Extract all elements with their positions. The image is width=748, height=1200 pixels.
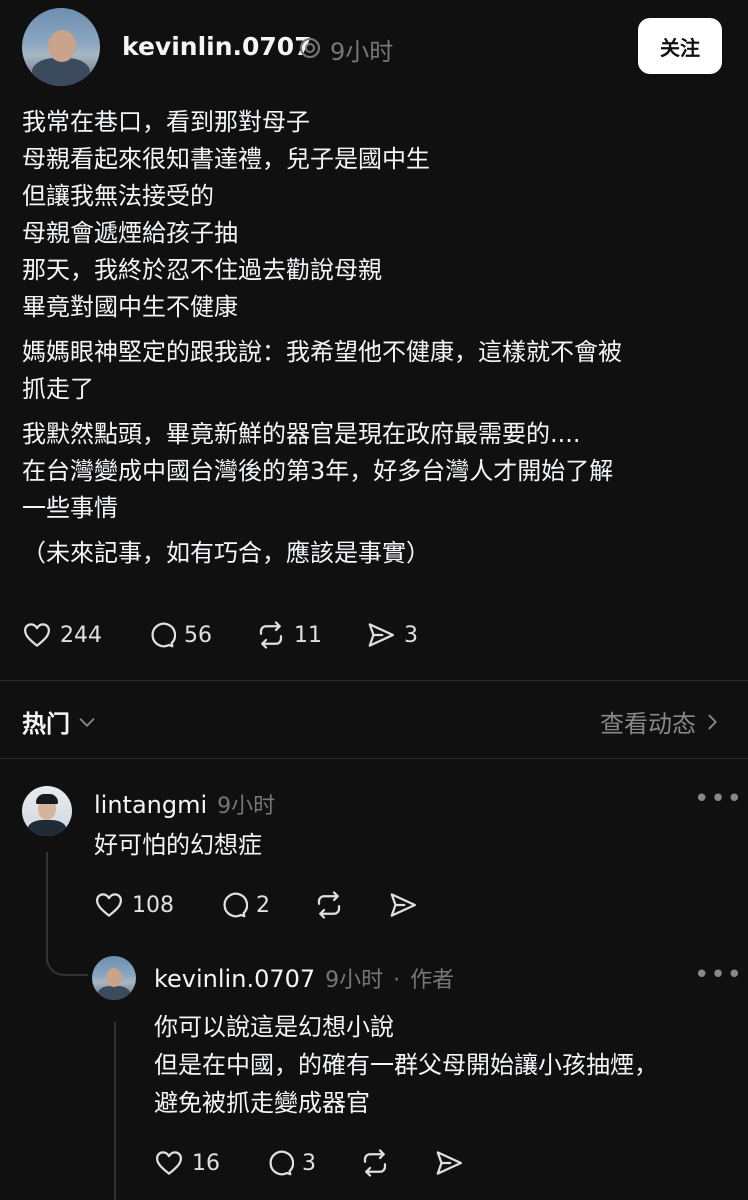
divider bbox=[0, 680, 748, 681]
like-count: 244 bbox=[60, 622, 102, 648]
repost-button[interactable] bbox=[314, 890, 344, 920]
comment-icon bbox=[223, 892, 248, 918]
heart-icon bbox=[156, 1151, 182, 1175]
share-button[interactable] bbox=[434, 1148, 464, 1178]
more-icon[interactable]: ••• bbox=[694, 960, 743, 990]
post-actions: 244 56 11 3 bbox=[22, 620, 418, 650]
repost-count: 11 bbox=[294, 622, 322, 648]
post-line: 母親會遞煙給孩子抽 bbox=[22, 219, 238, 247]
reply-header: lintangmi 9小时 bbox=[94, 788, 275, 820]
comment-button[interactable]: 2 bbox=[218, 890, 270, 920]
heart-icon bbox=[96, 893, 122, 917]
share-icon bbox=[436, 1151, 462, 1175]
reply-text: 好可怕的幻想症 bbox=[94, 831, 262, 859]
post-body: 我常在巷口，看到那對母子 母親看起來很知書達禮，兒子是國中生 但讓我無法接受的 … bbox=[22, 104, 722, 572]
post-line: 媽媽眼神堅定的跟我說：我希望他不健康，這樣就不會被 bbox=[22, 338, 622, 366]
reply-actions: 16 3 bbox=[154, 1148, 464, 1178]
post-paragraph: 媽媽眼神堅定的跟我說：我希望他不健康，這樣就不會被 抓走了 bbox=[22, 334, 722, 408]
like-button[interactable]: 244 bbox=[22, 620, 102, 650]
sort-dropdown[interactable]: 热门 bbox=[22, 704, 98, 739]
more-icon[interactable]: ••• bbox=[694, 784, 743, 814]
comment-button[interactable]: 3 bbox=[264, 1148, 316, 1178]
repost-button[interactable]: 11 bbox=[256, 620, 322, 650]
divider bbox=[0, 758, 748, 759]
sort-label: 热门 bbox=[22, 710, 70, 738]
comment-count: 2 bbox=[256, 892, 270, 918]
post-line: 那天，我終於忍不住過去勸說母親 bbox=[22, 256, 382, 284]
post-line: 一些事情 bbox=[22, 494, 118, 522]
post-time: 9小时 bbox=[330, 38, 394, 66]
post-line: 我默然點頭，畢竟新鮮的器官是現在政府最需要的.... bbox=[22, 420, 581, 448]
chevron-right-icon bbox=[708, 714, 717, 729]
reply-avatar[interactable] bbox=[22, 786, 72, 836]
post-line: 但讓我無法接受的 bbox=[22, 182, 214, 210]
author-avatar[interactable] bbox=[22, 8, 100, 86]
share-button[interactable]: 3 bbox=[366, 620, 418, 650]
view-activity-link[interactable]: 查看动态 bbox=[600, 704, 722, 739]
reply-author[interactable]: kevinlin.0707 bbox=[154, 965, 315, 993]
share-count: 3 bbox=[404, 622, 418, 648]
reply-line: 你可以說這是幻想小說 bbox=[154, 1013, 394, 1041]
repost-button[interactable] bbox=[360, 1148, 390, 1178]
comment-button[interactable]: 56 bbox=[146, 620, 212, 650]
repost-icon bbox=[317, 891, 341, 919]
repost-icon bbox=[259, 621, 283, 649]
thread-connector bbox=[46, 940, 88, 976]
share-button[interactable] bbox=[388, 890, 418, 920]
chevron-down-icon bbox=[79, 717, 95, 727]
reply-line: 但是在中國，的確有一群父母開始讓小孩抽煙， bbox=[154, 1051, 658, 1079]
author-name[interactable]: kevinlin.0707 bbox=[122, 32, 312, 61]
comment-count: 3 bbox=[302, 1150, 316, 1176]
post-line: 抓走了 bbox=[22, 375, 94, 403]
post-paragraph: 我常在巷口，看到那對母子 母親看起來很知書達禮，兒子是國中生 但讓我無法接受的 … bbox=[22, 104, 722, 326]
like-count: 108 bbox=[132, 892, 174, 918]
like-count: 16 bbox=[192, 1150, 220, 1176]
verified-icon bbox=[300, 38, 320, 58]
share-icon bbox=[368, 623, 394, 647]
post-line: 母親看起來很知書達禮，兒子是國中生 bbox=[22, 145, 430, 173]
thread-line bbox=[114, 1022, 116, 1200]
comment-count: 56 bbox=[184, 622, 212, 648]
follow-button[interactable]: 关注 bbox=[638, 18, 722, 74]
share-icon bbox=[390, 893, 416, 917]
reply-time: 9小时 bbox=[217, 794, 276, 819]
comment-icon bbox=[151, 622, 176, 648]
post-line: 畢竟對國中生不健康 bbox=[22, 293, 238, 321]
post-line: 在台灣變成中國台灣後的第3年，好多台灣人才開始了解 bbox=[22, 457, 614, 485]
reply-avatar[interactable] bbox=[92, 956, 136, 1000]
reply-line: 避免被抓走變成器官 bbox=[154, 1089, 370, 1117]
reply-author[interactable]: lintangmi bbox=[94, 791, 207, 819]
post-paragraph: （未來記事，如有巧合，應該是事實） bbox=[22, 535, 722, 572]
post-line: （未來記事，如有巧合，應該是事實） bbox=[22, 539, 430, 567]
view-activity-label: 查看动态 bbox=[600, 710, 696, 738]
like-button[interactable]: 16 bbox=[154, 1148, 220, 1178]
repost-icon bbox=[363, 1149, 387, 1177]
dot-separator: · bbox=[393, 968, 401, 993]
reply-body: 你可以說這是幻想小說 但是在中國，的確有一群父母開始讓小孩抽煙， 避免被抓走變成… bbox=[154, 1008, 714, 1122]
post-line: 我常在巷口，看到那對母子 bbox=[22, 108, 310, 136]
heart-icon bbox=[24, 623, 50, 647]
reply-header: kevinlin.0707 9小时 · 作者 bbox=[154, 962, 454, 994]
comment-icon bbox=[269, 1150, 294, 1176]
reply-time: 9小时 bbox=[325, 968, 384, 993]
author-tag: 作者 bbox=[410, 968, 455, 993]
like-button[interactable]: 108 bbox=[94, 890, 174, 920]
post-paragraph: 我默然點頭，畢竟新鮮的器官是現在政府最需要的.... 在台灣變成中國台灣後的第3… bbox=[22, 416, 722, 527]
reply-actions: 108 2 bbox=[94, 890, 418, 920]
